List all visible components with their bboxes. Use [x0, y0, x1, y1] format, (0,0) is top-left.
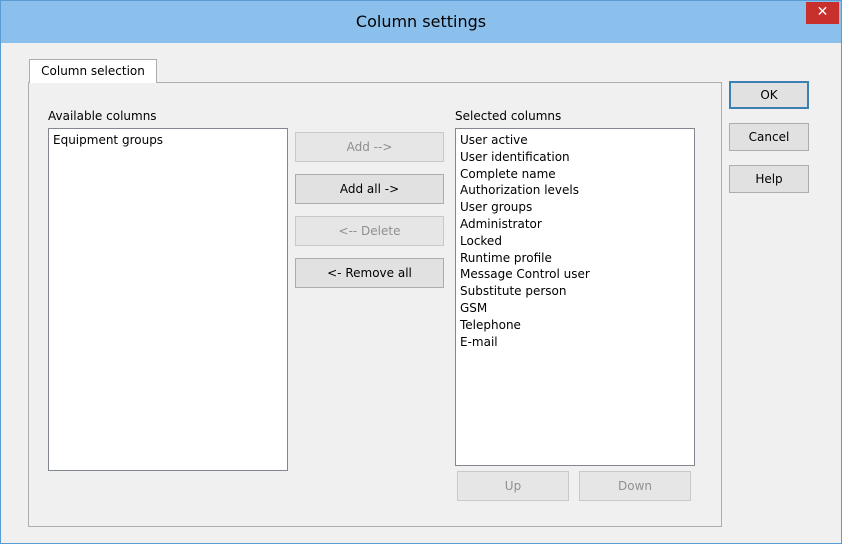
list-item[interactable]: Telephone	[460, 317, 690, 334]
up-button[interactable]: Up	[457, 471, 569, 501]
close-icon: ✕	[816, 4, 829, 20]
list-item[interactable]: Message Control user	[460, 266, 690, 283]
list-item[interactable]: Complete name	[460, 166, 690, 183]
selected-columns-label: Selected columns	[455, 109, 562, 123]
close-button[interactable]: ✕	[806, 2, 839, 24]
list-item[interactable]: Equipment groups	[53, 132, 283, 149]
list-item[interactable]: E-mail	[460, 334, 690, 351]
list-item[interactable]: GSM	[460, 300, 690, 317]
help-button[interactable]: Help	[729, 165, 809, 193]
list-item[interactable]: User identification	[460, 149, 690, 166]
list-item[interactable]: Runtime profile	[460, 250, 690, 267]
selected-columns-list[interactable]: User active User identification Complete…	[455, 128, 695, 466]
list-item[interactable]: User groups	[460, 199, 690, 216]
title-bar[interactable]: Column settings ✕	[1, 1, 841, 43]
down-button[interactable]: Down	[579, 471, 691, 501]
column-settings-dialog: Column settings ✕ Column selection Avail…	[0, 0, 842, 544]
list-item[interactable]: User active	[460, 132, 690, 149]
remove-all-button[interactable]: <- Remove all	[295, 258, 444, 288]
available-columns-list[interactable]: Equipment groups	[48, 128, 288, 471]
delete-button[interactable]: <-- Delete	[295, 216, 444, 246]
add-all-button[interactable]: Add all ->	[295, 174, 444, 204]
list-item[interactable]: Substitute person	[460, 283, 690, 300]
cancel-button[interactable]: Cancel	[729, 123, 809, 151]
column-selection-panel: Available columns Equipment groups Add -…	[28, 82, 722, 527]
tab-column-selection[interactable]: Column selection	[29, 59, 157, 83]
dialog-client-area: Column selection Available columns Equip…	[9, 43, 835, 539]
window-title: Column settings	[355, 12, 487, 31]
list-item[interactable]: Locked	[460, 233, 690, 250]
list-item[interactable]: Authorization levels	[460, 182, 690, 199]
ok-button[interactable]: OK	[729, 81, 809, 109]
add-button[interactable]: Add -->	[295, 132, 444, 162]
available-columns-label: Available columns	[48, 109, 157, 123]
list-item[interactable]: Administrator	[460, 216, 690, 233]
